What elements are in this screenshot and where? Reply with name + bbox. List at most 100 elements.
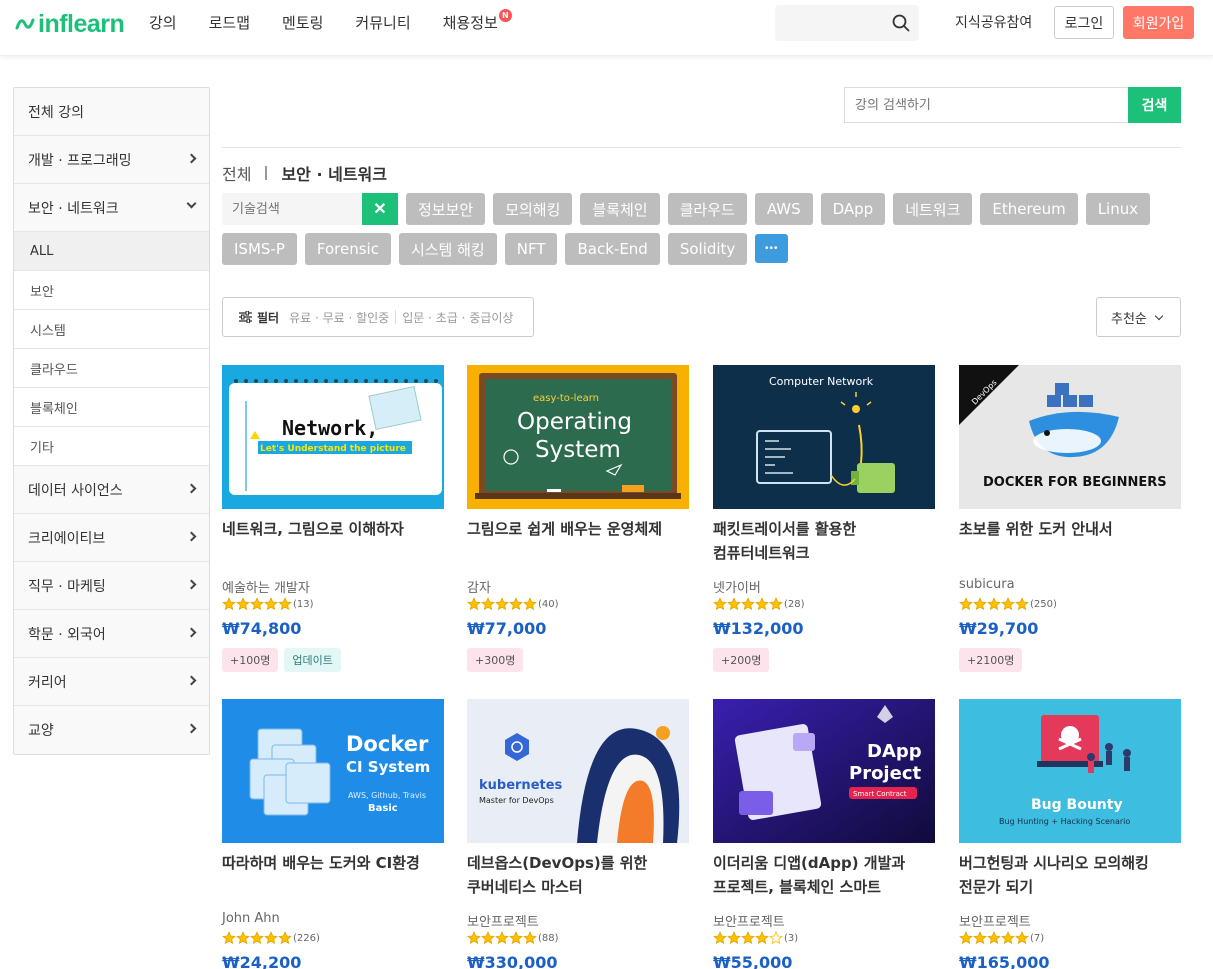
update-badge: 업데이트 (284, 648, 341, 672)
star-filled-icon (1015, 597, 1029, 611)
skill-tag[interactable]: Solidity (667, 233, 748, 265)
course-thumbnail[interactable]: Network, Let's Understand the picture (222, 365, 444, 509)
course-thumbnail[interactable]: kubernetes Master for DevOps (467, 699, 689, 843)
login-button[interactable]: 로그인 (1054, 6, 1114, 39)
sidebar-sub-cloud[interactable]: 클라우드 (14, 349, 209, 388)
course-card[interactable]: Network, Let's Understand the picture 네트… (222, 365, 444, 672)
course-title[interactable]: 패킷트레이서를 활용한 컴퓨터네트워크 (713, 517, 935, 565)
star-filled-icon (713, 597, 727, 611)
skill-tag[interactable]: Back-End (565, 233, 660, 265)
course-thumbnail[interactable]: DevOps DOCKER FOR BEGINNERS (959, 365, 1181, 509)
filter-separator (395, 310, 397, 324)
sort-select[interactable]: 추천순 (1096, 297, 1181, 337)
star-filled-icon (467, 597, 481, 611)
student-count-badge: +200명 (713, 648, 770, 672)
course-thumbnail[interactable]: easy-to-learn Operating System (467, 365, 689, 509)
course-search-input[interactable] (844, 87, 1128, 123)
breadcrumb-all[interactable]: 전체 (222, 161, 251, 185)
sidebar-item-all[interactable]: 전체 강의 (14, 88, 209, 136)
main-nav: 강의 로드맵 멘토링 커뮤니티 채용정보 N (149, 9, 530, 33)
course-title[interactable]: 그림으로 쉽게 배우는 운영체제 (467, 517, 689, 565)
sidebar-item-creative[interactable]: 크리에이티브 (14, 514, 209, 562)
inflearn-logo[interactable]: inflearn (14, 9, 125, 38)
skill-tag[interactable]: 시스템 해킹 (398, 233, 497, 265)
breadcrumb: 전체 보안 · 네트워크 (222, 161, 387, 185)
sidebar-item-liberal[interactable]: 교양 (14, 706, 209, 754)
thumb-text: Basic (368, 803, 398, 814)
sidebar-item-dev[interactable]: 개발 · 프로그래밍 (14, 136, 209, 184)
course-title[interactable]: 이더리움 디앱(dApp) 개발과 프로젝트, 블록체인 스마트 컨트랙트 (713, 851, 935, 899)
course-title[interactable]: 데브옵스(DevOps)를 위한 쿠버네티스 마스터 (467, 851, 689, 899)
course-title[interactable]: 초보를 위한 도커 안내서 (959, 517, 1181, 565)
course-card[interactable]: Docker CI System AWS, Github, Travis Bas… (222, 699, 444, 969)
course-card[interactable]: DApp Project Smart Contract 이더리움 디앱(dApp… (713, 699, 935, 969)
course-title[interactable]: 따라하며 배우는 도커와 CI환경 (222, 851, 444, 899)
course-card[interactable]: DevOps DOCKER FOR BEGINNERS 초보를 위한 도커 안내… (959, 365, 1181, 672)
filter-price-summary: 유료 · 무료 · 할인중 (289, 310, 390, 325)
course-card[interactable]: Computer Network 패킷트레이서를 활용한 컴퓨터네트워크 넷가이… (713, 365, 935, 672)
skill-tag[interactable]: ISMS-P (222, 233, 297, 265)
course-card[interactable]: Bug Bounty Bug Hunting + Hacking Scenari… (959, 699, 1181, 969)
sidebar-item-datascience[interactable]: 데이터 사이언스 (14, 466, 209, 514)
skill-tag[interactable]: 블록체인 (580, 193, 660, 225)
star-filled-icon (1001, 597, 1015, 611)
course-thumbnail[interactable]: Docker CI System AWS, Github, Travis Bas… (222, 699, 444, 843)
sidebar-item-label: 개발 · 프로그래밍 (28, 152, 132, 169)
thumb-text: Project (849, 763, 921, 784)
star-filled-icon (278, 597, 292, 611)
sidebar-sub-security[interactable]: 보안 (14, 271, 209, 310)
thumb-text: DApp (867, 741, 922, 762)
skill-tag[interactable]: AWS (754, 193, 813, 225)
nav-community[interactable]: 커뮤니티 (355, 12, 410, 33)
thumb-text: easy-to-learn (533, 393, 599, 404)
skill-tag[interactable]: 네트워크 (893, 193, 973, 225)
course-card[interactable]: kubernetes Master for DevOps 데브옵스(DevOps… (467, 699, 689, 969)
skill-tag[interactable]: Linux (1085, 193, 1151, 225)
skill-tag[interactable]: 클라우드 (667, 193, 747, 225)
sidebar-sub-all[interactable]: ALL (14, 232, 209, 271)
sidebar-sub-system[interactable]: 시스템 (14, 310, 209, 349)
signup-button[interactable]: 회원가입 (1123, 6, 1194, 39)
sidebar-sub-blockchain[interactable]: 블록체인 (14, 388, 209, 427)
breadcrumb-separator (265, 166, 268, 180)
course-thumbnail[interactable]: Bug Bounty Bug Hunting + Hacking Scenari… (959, 699, 1181, 843)
nav-lectures[interactable]: 강의 (149, 12, 177, 33)
nav-mentoring[interactable]: 멘토링 (282, 12, 323, 33)
course-thumbnail[interactable]: DApp Project Smart Contract (713, 699, 935, 843)
clear-icon[interactable]: ✕ (362, 193, 398, 225)
course-card[interactable]: easy-to-learn Operating System 그림으로 쉽게 배… (467, 365, 689, 672)
star-rating (467, 931, 537, 945)
sidebar-item-career[interactable]: 커리어 (14, 658, 209, 706)
logo-text: inflearn (38, 9, 125, 38)
star-filled-icon (1015, 931, 1029, 945)
star-rating (713, 597, 783, 611)
review-count: (250) (1030, 598, 1057, 610)
filter-button[interactable]: 필터 유료 · 무료 · 할인중 입문 · 초급 · 중급이상 (222, 297, 534, 337)
search-icon[interactable] (892, 14, 910, 32)
sidebar-item-security[interactable]: 보안 · 네트워크 (14, 184, 209, 232)
skill-tag[interactable]: Forensic (304, 233, 391, 265)
sidebar-item-marketing[interactable]: 직무 · 마케팅 (14, 562, 209, 610)
sidebar-item-label: 학문 · 외국어 (28, 626, 106, 643)
nav-jobs[interactable]: 채용정보 N (443, 9, 512, 33)
header-search-input[interactable] (775, 5, 919, 41)
skill-tag[interactable]: 모의해킹 (493, 193, 573, 225)
tech-search-input[interactable] (222, 193, 362, 225)
knowledge-share-link[interactable]: 지식공유참여 (955, 12, 1032, 32)
skill-tag[interactable]: NFT (504, 233, 558, 265)
course-title[interactable]: 네트워크, 그림으로 이해하자 (222, 517, 444, 565)
course-title[interactable]: 버그헌팅과 시나리오 모의해킹 전문가 되기 (959, 851, 1181, 899)
skill-tag[interactable]: 정보보안 (406, 193, 486, 225)
sidebar-sub-etc[interactable]: 기타 (14, 427, 209, 466)
filter-level-summary: 입문 · 초급 · 중급이상 (402, 310, 514, 325)
skill-tag[interactable]: DApp (820, 193, 886, 225)
sidebar-item-academic[interactable]: 학문 · 외국어 (14, 610, 209, 658)
review-count: (40) (538, 598, 559, 610)
more-tags-icon[interactable]: ••• (755, 234, 789, 263)
course-search-button[interactable]: 검색 (1128, 87, 1181, 123)
thumb-text: Smart Contract (853, 790, 907, 798)
skill-tag[interactable]: Ethereum (980, 193, 1078, 225)
review-count: (13) (293, 598, 314, 610)
nav-roadmap[interactable]: 로드맵 (209, 12, 250, 33)
course-thumbnail[interactable]: Computer Network (713, 365, 935, 509)
